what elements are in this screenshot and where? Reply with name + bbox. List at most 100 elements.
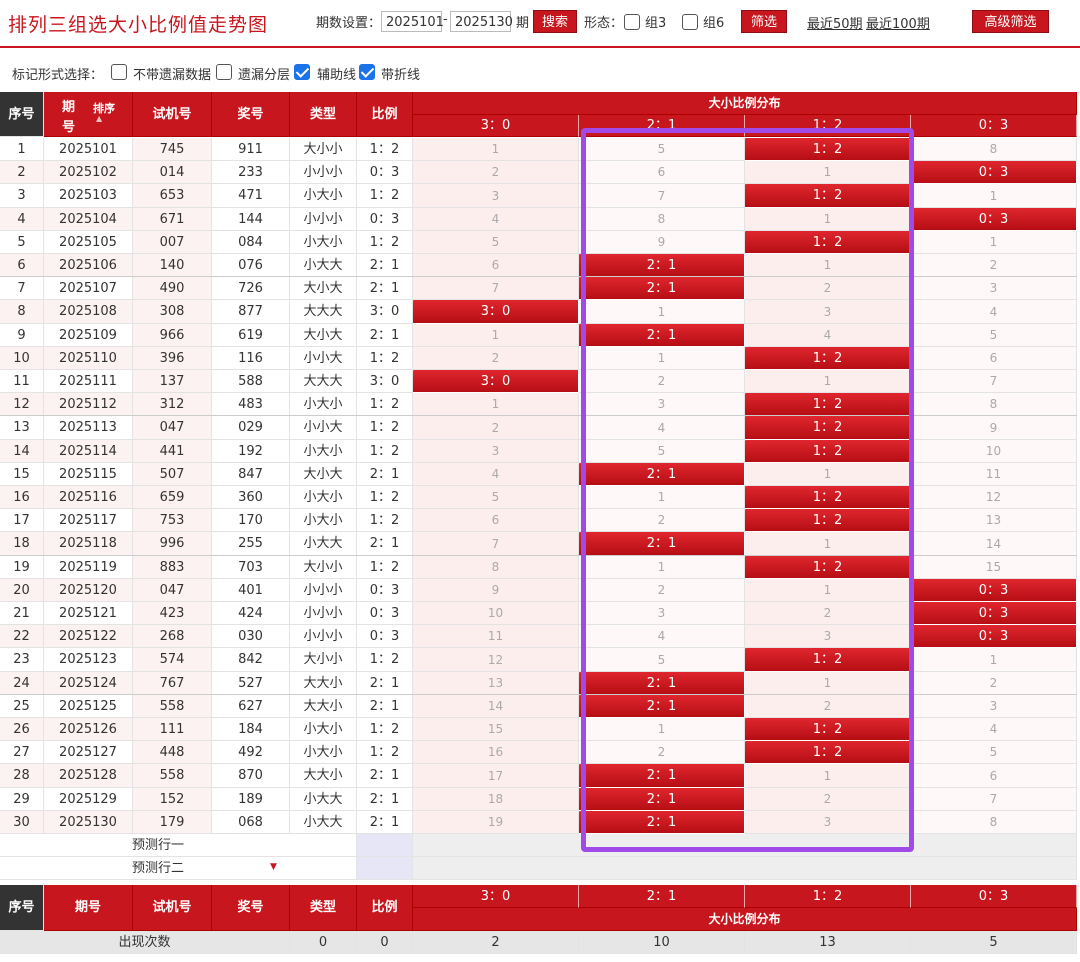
row-test-no: 653 [133, 184, 212, 208]
footer-ratio: 比例 [357, 885, 413, 931]
footer-distribution: 大小比例分布 [413, 908, 1077, 931]
row-period: 2025125 [44, 695, 133, 718]
header-period-top: 期 [62, 100, 76, 115]
row-seq: 4 [0, 208, 44, 231]
row-test-no: 753 [133, 509, 212, 532]
omission-cell: 2 [911, 254, 1077, 277]
omission-cell: 13 [413, 672, 579, 695]
row-type: 小大大 [290, 532, 357, 556]
omission-cell: 13 [911, 509, 1077, 532]
omission-cell: 3 [413, 184, 579, 208]
row-ratio: 2：1 [357, 254, 413, 277]
row-ratio: 1：2 [357, 347, 413, 370]
row-seq: 9 [0, 324, 44, 347]
row-test-no: 448 [133, 741, 212, 764]
stats-label: 出现次数 [0, 931, 290, 954]
row-seq: 18 [0, 532, 44, 556]
hit-cell: 1：2 [745, 741, 911, 764]
omission-cell: 1 [579, 300, 745, 324]
omission-cell: 2 [413, 161, 579, 184]
row-ratio: 2：1 [357, 277, 413, 300]
row-seq: 29 [0, 788, 44, 811]
hit-cell: 2：1 [579, 672, 745, 695]
omission-cell: 7 [413, 532, 579, 556]
header-distribution: 大小比例分布 [413, 92, 1077, 115]
omission-cell: 1 [413, 393, 579, 416]
hit-cell: 2：1 [579, 695, 745, 718]
omission-cell: 12 [413, 648, 579, 672]
stats-count: 5 [911, 931, 1077, 954]
row-period: 2025111 [44, 370, 133, 393]
hit-cell: 2：1 [579, 463, 745, 486]
omission-cell: 2 [579, 370, 745, 393]
omission-cell: 9 [413, 579, 579, 602]
predict-ratio-cell[interactable] [357, 834, 413, 857]
row-period: 2025118 [44, 532, 133, 556]
predict-dist-cell[interactable] [413, 857, 1077, 880]
omission-cell: 1 [745, 254, 911, 277]
omission-cell: 2 [745, 788, 911, 811]
row-period: 2025123 [44, 648, 133, 672]
row-ratio: 1：2 [357, 416, 413, 440]
row-prize: 847 [212, 463, 290, 486]
row-test-no: 111 [133, 718, 212, 741]
row-ratio: 2：1 [357, 764, 413, 788]
row-seq: 8 [0, 300, 44, 324]
row-test-no: 047 [133, 579, 212, 602]
row-ratio: 1：2 [357, 440, 413, 463]
omission-cell: 4 [745, 324, 911, 347]
row-period: 2025102 [44, 161, 133, 184]
row-type: 小大小 [290, 393, 357, 416]
row-ratio: 1：2 [357, 556, 413, 579]
sort-arrow-icon[interactable]: ▲ [96, 114, 102, 123]
predict-ratio-cell[interactable] [357, 857, 413, 880]
row-prize: 360 [212, 486, 290, 509]
hit-cell: 3：0 [413, 370, 579, 393]
hit-cell: 1：2 [745, 231, 911, 254]
row-seq: 22 [0, 625, 44, 648]
row-test-no: 671 [133, 208, 212, 231]
row-ratio: 0：3 [357, 602, 413, 625]
omission-cell: 2 [413, 347, 579, 370]
omission-cell: 3 [911, 695, 1077, 718]
omission-cell: 2 [579, 741, 745, 764]
row-prize: 189 [212, 788, 290, 811]
stats-count: 10 [579, 931, 745, 954]
row-test-no: 659 [133, 486, 212, 509]
row-ratio: 1：2 [357, 393, 413, 416]
row-test-no: 396 [133, 347, 212, 370]
omission-cell: 8 [579, 208, 745, 231]
row-prize: 588 [212, 370, 290, 393]
stats-count: 2 [413, 931, 579, 954]
header-ratio-col: 3：0 [413, 115, 579, 137]
row-prize: 144 [212, 208, 290, 231]
omission-cell: 9 [579, 231, 745, 254]
omission-cell: 4 [413, 208, 579, 231]
row-ratio: 1：2 [357, 741, 413, 764]
row-period: 2025115 [44, 463, 133, 486]
row-prize: 842 [212, 648, 290, 672]
header-ratio-col: 0：3 [911, 115, 1077, 137]
predict-dist-cell[interactable] [413, 834, 1077, 857]
row-type: 大大小 [290, 695, 357, 718]
row-ratio: 0：3 [357, 625, 413, 648]
row-prize: 424 [212, 602, 290, 625]
omission-cell: 5 [579, 648, 745, 672]
row-prize: 076 [212, 254, 290, 277]
header-period[interactable]: 期号排序 ▲ [44, 92, 133, 137]
omission-cell: 16 [413, 741, 579, 764]
trend-table: 序号期号排序 ▲ 试机号 奖号 类型 比例 大小比例分布 3：0 2：1 1：2 0：3 1 20251… [0, 0, 1080, 962]
omission-cell: 1 [745, 463, 911, 486]
row-type: 小小小 [290, 161, 357, 184]
hit-cell: 0：3 [911, 579, 1077, 602]
row-prize: 703 [212, 556, 290, 579]
row-type: 小大小 [290, 509, 357, 532]
omission-cell: 1 [745, 579, 911, 602]
row-seq: 10 [0, 347, 44, 370]
row-period: 2025106 [44, 254, 133, 277]
arrow-down-icon[interactable]: ▼ [270, 862, 277, 872]
row-prize: 233 [212, 161, 290, 184]
row-seq: 24 [0, 672, 44, 695]
row-type: 小小大 [290, 416, 357, 440]
row-type: 大小小 [290, 648, 357, 672]
